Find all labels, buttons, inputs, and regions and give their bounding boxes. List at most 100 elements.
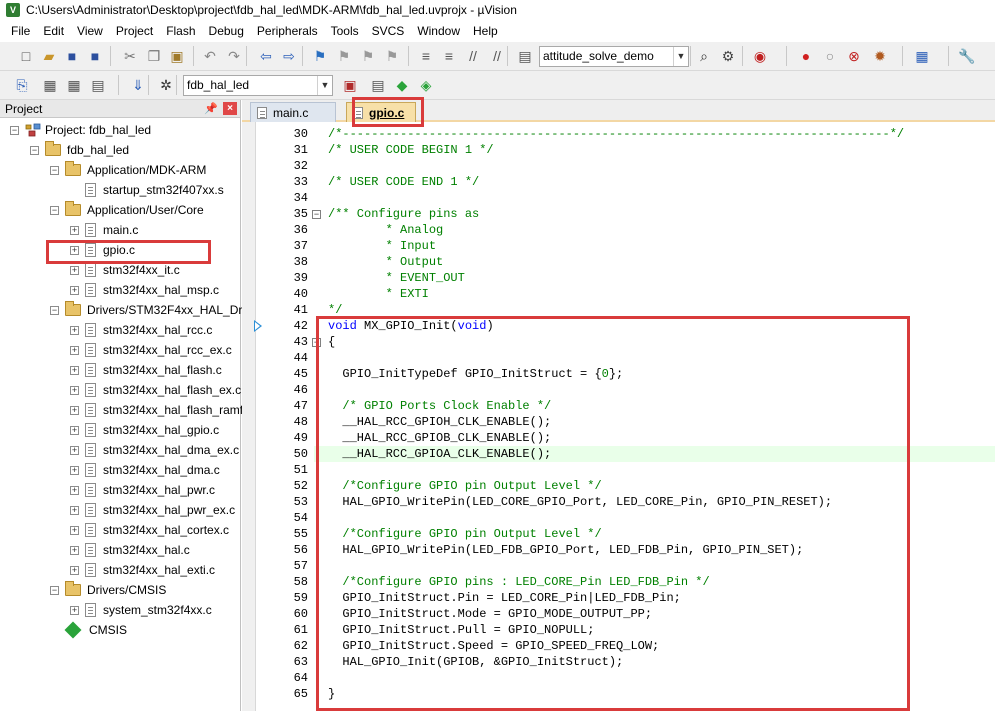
code-line[interactable]: * Analog [314,222,995,238]
menu-tools[interactable]: Tools [324,20,365,42]
configure-icon[interactable]: 🔧 [958,48,975,64]
target-combo[interactable]: fdb_hal_led ▼ [183,75,333,96]
code-line[interactable]: GPIO_InitStruct.Speed = GPIO_SPEED_FREQ_… [314,638,995,654]
code-line[interactable] [314,670,995,686]
clear-bookmarks-icon[interactable]: ⚑ [384,48,400,64]
code-line[interactable]: /* USER CODE END 1 */ [314,174,995,190]
find-combo[interactable]: attitude_solve_demo ▼ [539,46,689,67]
tree-item[interactable]: + stm32f4xx_hal_exti.c [70,560,215,580]
rebuild-icon[interactable]: ▦ [66,77,82,93]
target-options-icon[interactable]: ✲ [158,77,174,93]
tree-item[interactable]: − Application/User/Core [50,200,204,220]
expand-icon[interactable]: + [70,465,79,475]
pack-installer-icon[interactable]: ◆ [394,77,410,93]
expand-icon[interactable]: + [70,325,79,335]
comment-icon[interactable]: // [465,48,481,64]
code-line[interactable]: * Output [314,254,995,270]
translate-icon[interactable]: ⎘ [14,77,30,93]
expand-icon[interactable]: + [70,285,79,295]
breakpoint-gutter[interactable] [242,122,256,711]
undo-icon[interactable]: ↶ [202,48,218,64]
window-layout-icon[interactable]: ▦ [914,48,930,64]
code-line[interactable]: * Input [314,238,995,254]
collapse-icon[interactable]: − [50,205,59,215]
expand-icon[interactable]: + [70,605,79,615]
build-icon[interactable]: ▦ [42,77,58,93]
expand-icon[interactable]: + [70,565,79,575]
code-line[interactable]: HAL_GPIO_WritePin(LED_FDB_GPIO_Port, LED… [314,542,995,558]
tree-item[interactable]: + stm32f4xx_hal_flash_ramf [70,400,243,420]
tree-item[interactable]: startup_stm32f407xx.s [70,180,224,200]
close-icon[interactable]: × [223,102,237,115]
expand-icon[interactable]: + [70,445,79,455]
code-line[interactable]: void MX_GPIO_Init(void) [314,318,995,334]
indent-icon[interactable]: ≡ [418,48,434,64]
menu-svcs[interactable]: SVCS [365,20,411,42]
bookmark-icon[interactable]: ⚑ [312,48,328,64]
code-line[interactable]: */ [314,302,995,318]
menu-debug[interactable]: Debug [202,20,250,42]
pin-icon[interactable]: 📌 [204,102,218,115]
tree-item[interactable]: + stm32f4xx_hal_cortex.c [70,520,229,540]
code-line[interactable]: /*Configure GPIO pins : LED_CORE_Pin LED… [314,574,995,590]
tree-item[interactable]: + main.c [70,220,138,240]
open-folder-icon[interactable]: ▰ [41,48,57,64]
collapse-icon[interactable]: − [10,125,19,135]
tree-item[interactable]: − Application/MDK-ARM [50,160,206,180]
copy-icon[interactable]: ❐ [146,48,162,64]
breakpoint-icon[interactable]: ● [798,48,814,64]
tree-item[interactable]: + stm32f4xx_hal_dma.c [70,460,220,480]
collapse-icon[interactable]: − [50,305,59,315]
expand-icon[interactable]: + [70,225,79,235]
tree-item[interactable]: + stm32f4xx_hal_dma_ex.c [70,440,239,460]
menu-peripherals[interactable]: Peripherals [250,20,324,42]
code-line[interactable] [314,382,995,398]
menu-project[interactable]: Project [109,20,159,42]
expand-icon[interactable]: + [70,405,79,415]
manage-components-icon[interactable]: ▣ [342,77,358,93]
prev-bookmark-icon[interactable]: ⚑ [336,48,352,64]
tree-item[interactable]: + stm32f4xx_hal_gpio.c [70,420,219,440]
expand-icon[interactable]: + [70,245,79,255]
expand-icon[interactable]: + [70,425,79,435]
nav-forward-icon[interactable]: ⇨ [281,48,297,64]
uncomment-icon[interactable]: // [489,48,505,64]
code-line[interactable]: /*Configure GPIO pin Output Level */ [314,478,995,494]
tree-item[interactable]: CMSIS [50,620,127,640]
tree-item[interactable]: + stm32f4xx_hal_flash_ex.c [70,380,241,400]
code-line[interactable]: /* GPIO Ports Clock Enable */ [314,398,995,414]
paste-icon[interactable]: ▣ [169,48,185,64]
tab-main-c[interactable]: main.c [250,102,336,122]
tree-item[interactable]: + stm32f4xx_hal_flash.c [70,360,222,380]
expand-icon[interactable]: + [70,525,79,535]
chevron-down-icon[interactable]: ▼ [673,47,688,66]
code-line[interactable]: /*--------------------------------------… [314,126,995,142]
save-all-icon[interactable]: ■ [87,48,103,64]
code-line[interactable]: /*Configure GPIO pin Output Level */ [314,526,995,542]
expand-icon[interactable]: + [70,265,79,275]
code-line[interactable] [314,510,995,526]
save-icon[interactable]: ■ [64,48,80,64]
menu-view[interactable]: View [70,20,109,42]
kill-breakpoints-icon[interactable]: ⊗ [846,48,862,64]
tree-item[interactable]: + system_stm32f4xx.c [70,600,212,620]
code-line[interactable]: HAL_GPIO_WritePin(LED_CORE_GPIO_Port, LE… [314,494,995,510]
chevron-down-icon[interactable]: ▼ [317,76,332,95]
tab-gpio-c[interactable]: gpio.c [346,102,416,122]
code-line[interactable]: GPIO_InitStruct.Pull = GPIO_NOPULL; [314,622,995,638]
collapse-icon[interactable]: − [50,585,59,595]
menu-edit[interactable]: Edit [36,20,70,42]
tree-item[interactable]: + stm32f4xx_hal_rcc.c [70,320,212,340]
tree-item[interactable]: − Project: fdb_hal_led [10,120,151,140]
select-software-packs-icon[interactable]: ◈ [418,77,434,93]
code-line[interactable]: __HAL_RCC_GPIOA_CLK_ENABLE(); [314,446,995,462]
code-line[interactable] [314,190,995,206]
code-line[interactable]: /* USER CODE BEGIN 1 */ [314,142,995,158]
code-line[interactable]: * EVENT_OUT [314,270,995,286]
tree-item[interactable]: + stm32f4xx_hal_msp.c [70,280,219,300]
nav-back-icon[interactable]: ⇦ [258,48,274,64]
code-line[interactable]: /** Configure pins as [314,206,995,222]
menu-flash[interactable]: Flash [159,20,201,42]
expand-icon[interactable]: + [70,385,79,395]
redo-icon[interactable]: ↷ [226,48,242,64]
